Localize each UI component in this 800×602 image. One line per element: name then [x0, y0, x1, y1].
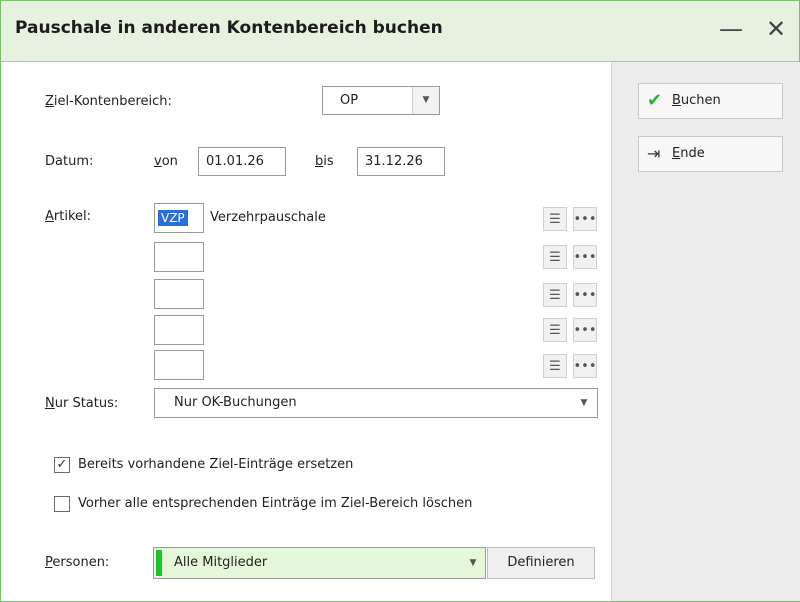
definieren-button[interactable]: Definieren	[487, 547, 595, 579]
list-icon[interactable]: ☰	[543, 207, 567, 231]
ende-button[interactable]: ⇥ Ende	[638, 136, 783, 172]
ziel-select[interactable]: OP ▼	[322, 86, 440, 115]
status-select-value: Nur OK-Buchungen	[174, 395, 297, 410]
ziel-label: Ziel-Kontenbereich:	[45, 94, 172, 109]
dialog-window: Pauschale in anderen Kontenbereich buche…	[0, 0, 800, 602]
more-icon[interactable]: •••	[573, 318, 597, 342]
von-label: von	[154, 154, 178, 169]
button-panel: ✔ Buchen ⇥ Ende	[611, 62, 800, 601]
title-bar: Pauschale in anderen Kontenbereich buche…	[1, 1, 799, 62]
artikel-name: Verzehrpauschale	[210, 210, 326, 225]
status-label: Nur Status:	[45, 396, 119, 411]
more-icon[interactable]: •••	[573, 207, 597, 231]
bis-label: bis	[315, 154, 334, 169]
status-select[interactable]: Nur OK-Buchungen ▼	[154, 388, 598, 418]
checkbox-delete-entries[interactable]	[54, 496, 70, 512]
checkbox-replace-entries[interactable]: ✓	[54, 457, 70, 473]
checkbox-replace-label: Bereits vorhandene Ziel-Einträge ersetze…	[78, 457, 354, 472]
datum-von-input[interactable]: 01.01.26	[198, 147, 286, 176]
personen-indicator	[156, 550, 162, 576]
list-icon[interactable]: ☰	[543, 318, 567, 342]
datum-label: Datum:	[45, 154, 94, 169]
artikel-code-input[interactable]	[154, 279, 204, 309]
list-icon[interactable]: ☰	[543, 283, 567, 307]
artikel-code-input[interactable]	[154, 350, 204, 380]
datum-bis-input[interactable]: 31.12.26	[357, 147, 445, 176]
ende-label: Ende	[672, 146, 705, 161]
check-icon: ✔	[647, 90, 663, 111]
close-icon[interactable]: ✕	[766, 15, 786, 43]
buchen-label: Buchen	[672, 93, 721, 108]
exit-icon: ⇥	[647, 144, 661, 163]
artikel-code-input[interactable]: VZP	[154, 203, 204, 233]
list-icon[interactable]: ☰	[543, 245, 567, 269]
list-icon[interactable]: ☰	[543, 354, 567, 378]
artikel-code-input[interactable]	[154, 315, 204, 345]
personen-select[interactable]: Alle Mitglieder ▼	[153, 547, 486, 579]
form-area: Ziel-Kontenbereich: OP ▼ Datum: von 01.0…	[1, 62, 611, 601]
chevron-down-icon[interactable]: ▼	[412, 87, 439, 114]
artikel-code-input[interactable]	[154, 242, 204, 272]
minimize-icon[interactable]: —	[719, 15, 743, 43]
personen-select-value: Alle Mitglieder	[174, 555, 268, 570]
ziel-select-value: OP	[340, 93, 359, 108]
more-icon[interactable]: •••	[573, 283, 597, 307]
personen-label: Personen:	[45, 555, 110, 570]
checkbox-delete-label: Vorher alle entsprechenden Einträge im Z…	[78, 496, 473, 511]
window-title: Pauschale in anderen Kontenbereich buche…	[15, 18, 443, 38]
chevron-down-icon[interactable]: ▼	[571, 389, 597, 417]
chevron-down-icon[interactable]: ▼	[461, 548, 485, 578]
artikel-label: Artikel:	[45, 209, 92, 224]
more-icon[interactable]: •••	[573, 245, 597, 269]
buchen-button[interactable]: ✔ Buchen	[638, 83, 783, 119]
artikel-code-selection: VZP	[158, 210, 188, 226]
more-icon[interactable]: •••	[573, 354, 597, 378]
